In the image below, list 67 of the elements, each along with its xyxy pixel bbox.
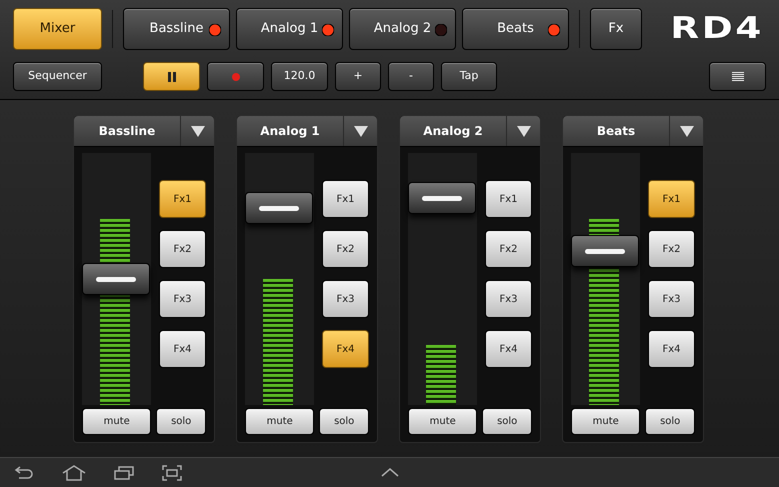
fx-button[interactable]: Fx1: [322, 180, 369, 218]
fx-button[interactable]: Fx3: [159, 280, 206, 318]
fader-thumb[interactable]: [408, 182, 476, 214]
track-button[interactable]: Analog 1: [236, 8, 343, 50]
pause-icon: [168, 72, 176, 82]
tempo-button[interactable]: -: [388, 62, 434, 91]
solo-button[interactable]: solo: [156, 408, 206, 435]
menu-icon: [732, 72, 744, 82]
fx-button[interactable]: Fx4: [485, 330, 532, 368]
solo-button[interactable]: solo: [645, 408, 695, 435]
channel-name: Analog 1: [259, 123, 321, 140]
mute-button[interactable]: mute: [82, 408, 152, 435]
record-button[interactable]: [207, 62, 264, 91]
pause-button[interactable]: [143, 62, 200, 91]
home-icon[interactable]: [62, 464, 86, 480]
fader-grip-icon: [96, 276, 136, 282]
fader-thumb[interactable]: [571, 235, 639, 268]
screenshot-icon[interactable]: [162, 464, 182, 480]
dropdown-triangle-icon: [680, 126, 694, 136]
fader-thumb[interactable]: [82, 263, 150, 295]
fx-button[interactable]: Fx3: [322, 280, 369, 318]
tempo-button[interactable]: Tap: [441, 62, 497, 91]
channel-name: Bassline: [98, 123, 156, 140]
sequencer-button[interactable]: Sequencer: [13, 62, 102, 91]
record-icon: [232, 72, 240, 80]
mute-button[interactable]: mute: [408, 408, 478, 435]
fx-button[interactable]: Fx4: [322, 330, 369, 368]
fx-button[interactable]: Fx1: [648, 180, 695, 218]
channel-header[interactable]: Bassline: [74, 116, 214, 147]
fx-button[interactable]: Fx2: [648, 230, 695, 268]
tempo-button[interactable]: +: [335, 62, 381, 91]
fx-button[interactable]: Fx1: [485, 180, 532, 218]
fader-grip-icon: [585, 248, 625, 254]
fx-button[interactable]: Fx3: [485, 280, 532, 318]
channel-name: Analog 2: [422, 123, 484, 140]
dropdown-triangle-icon: [354, 126, 368, 136]
solo-button[interactable]: solo: [319, 408, 369, 435]
channel-header[interactable]: Analog 1: [237, 116, 377, 147]
channel-header[interactable]: Beats: [563, 116, 703, 147]
fx-button[interactable]: Fx3: [648, 280, 695, 318]
fx-button[interactable]: Fx2: [159, 230, 206, 268]
track-button[interactable]: Beats: [462, 8, 569, 50]
track-button[interactable]: Bassline: [123, 8, 230, 50]
fx-button[interactable]: Fx2: [322, 230, 369, 268]
chevron-up-icon[interactable]: [381, 468, 399, 477]
tempo-display[interactable]: 120.0: [271, 62, 328, 91]
mute-button[interactable]: mute: [245, 408, 314, 435]
mixer-button[interactable]: Mixer: [13, 8, 102, 50]
fx-button[interactable]: Fx4: [648, 330, 695, 368]
solo-button[interactable]: solo: [482, 408, 532, 435]
recent-apps-icon[interactable]: [114, 466, 134, 480]
fx-button[interactable]: Fx2: [485, 230, 532, 268]
fader-thumb[interactable]: [245, 192, 313, 224]
fader-grip-icon: [422, 196, 462, 201]
channel-header[interactable]: Analog 2: [400, 116, 540, 147]
app-logo: RD4: [670, 10, 764, 48]
fader-grip-icon: [259, 206, 299, 211]
back-icon[interactable]: [14, 466, 34, 480]
channel-name: Beats: [596, 123, 636, 140]
dropdown-triangle-icon: [190, 126, 204, 136]
fx-button[interactable]: Fx1: [159, 180, 206, 218]
fx-button[interactable]: Fx: [590, 8, 642, 50]
fx-button[interactable]: Fx4: [159, 330, 206, 368]
dropdown-triangle-icon: [516, 126, 530, 136]
mute-button[interactable]: mute: [571, 408, 640, 435]
menu-button[interactable]: [709, 62, 766, 91]
track-button[interactable]: Analog 2: [349, 8, 456, 50]
